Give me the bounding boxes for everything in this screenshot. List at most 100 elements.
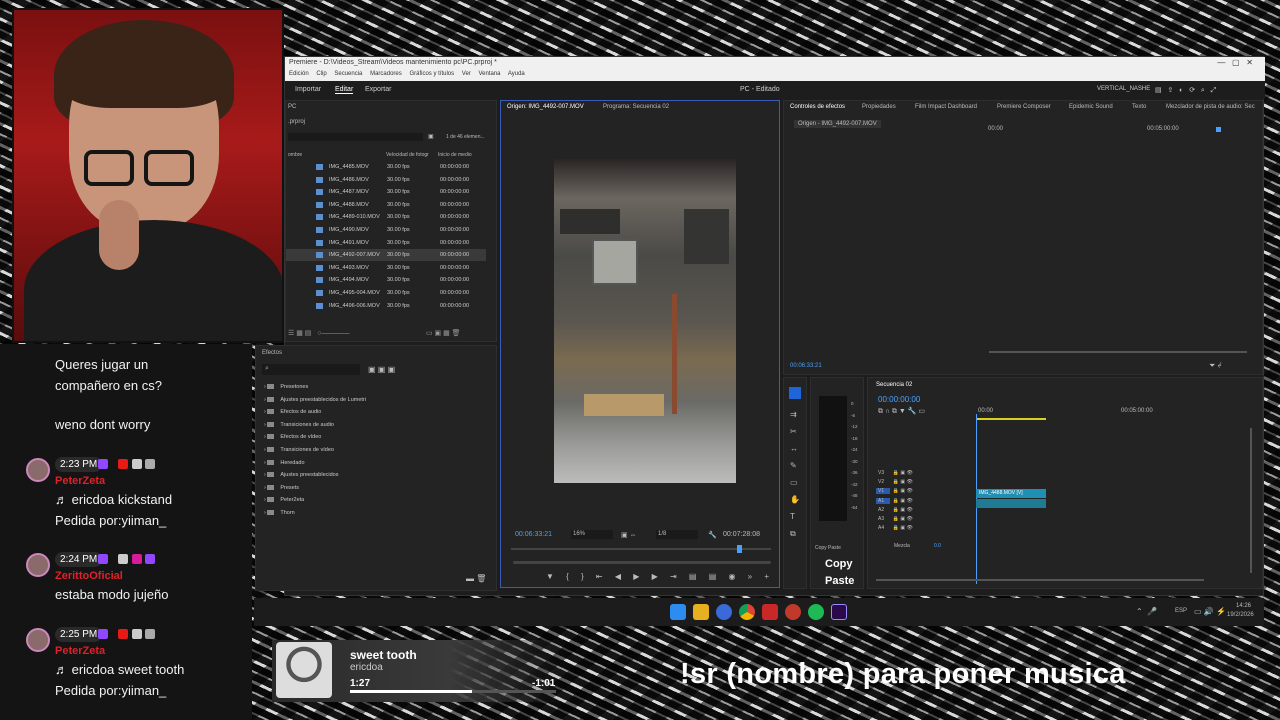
search-input[interactable] bbox=[288, 133, 423, 141]
track-header[interactable]: V1 🔒 ▣ 👁 bbox=[876, 488, 913, 495]
effects-search[interactable]: ⌕ bbox=[262, 364, 360, 375]
fx-playhead[interactable] bbox=[1216, 127, 1221, 132]
track-header[interactable]: A4 🔒 ▣ 👁 bbox=[876, 525, 913, 531]
filter-icon[interactable]: ⏷ ↲ bbox=[1209, 361, 1224, 371]
effects-folder[interactable]: › Ajustes preestablecidos de Lumetri bbox=[264, 397, 366, 403]
track-header[interactable]: A3 🔒 ▣ 👁 bbox=[876, 516, 913, 522]
track-header[interactable]: V2 🔒 ▣ 👁 bbox=[876, 479, 913, 485]
tab-epidemic-sound[interactable]: Epidemic Sound bbox=[1069, 104, 1113, 110]
paste-button[interactable]: Paste bbox=[825, 575, 854, 587]
program-tab[interactable]: Programa: Secuencia 02 bbox=[603, 104, 669, 110]
timeline-clip-video[interactable]: IMG_4488.MOV [V] bbox=[976, 489, 1046, 498]
copy-paste-tab[interactable]: Copy Paste bbox=[815, 545, 841, 551]
tab-import[interactable]: Importar bbox=[295, 86, 321, 93]
menu-item[interactable]: Secuencia bbox=[334, 71, 362, 77]
app-icon[interactable] bbox=[716, 604, 732, 620]
menu-item[interactable]: Edición bbox=[289, 71, 309, 77]
effects-icons[interactable]: ▣ ▣ ▣ bbox=[368, 365, 395, 374]
selection-tool-icon[interactable] bbox=[789, 387, 801, 399]
project-actions[interactable]: ▭ ▣ ▦ 🗑 bbox=[426, 329, 461, 337]
project-tab[interactable]: PC bbox=[288, 104, 296, 110]
effects-folder[interactable]: › Transiciones de vídeo bbox=[264, 447, 334, 453]
app-icon-record[interactable] bbox=[785, 604, 801, 620]
menu-item[interactable]: Ver bbox=[462, 71, 471, 77]
project-item[interactable]: IMG_4487.MOV 30.00 fps 00:00:00:00 bbox=[286, 186, 486, 198]
track-controls-icon[interactable]: 🔒 ▣ 👁 bbox=[893, 525, 913, 531]
menu-item[interactable]: Gráficos y títulos bbox=[409, 71, 454, 77]
col-fps[interactable]: Velocidad de fotogr bbox=[386, 152, 429, 158]
source-timecode[interactable]: 00:06:33:21 bbox=[515, 531, 552, 538]
timeline-scrollbar[interactable] bbox=[876, 579, 1204, 581]
project-item[interactable]: IMG_4494.MOV 30.00 fps 00:00:00:00 bbox=[286, 274, 486, 286]
track-controls-icon[interactable]: 🔒 ▣ 👁 bbox=[893, 516, 913, 522]
menu-item[interactable]: Ayuda bbox=[508, 71, 525, 77]
project-toolbar[interactable]: ☰ ▦ ▤ ○———— bbox=[288, 329, 349, 337]
timeline-clip-audio[interactable] bbox=[976, 499, 1046, 508]
project-item[interactable]: IMG_4491.MOV 30.00 fps 00:00:00:00 bbox=[286, 237, 486, 249]
project-item[interactable]: IMG_4496-006.MOV 30.00 fps 00:00:00:00 bbox=[286, 300, 486, 312]
premiere-icon[interactable] bbox=[831, 604, 847, 620]
clock-date[interactable]: 19/2/2026 bbox=[1227, 612, 1254, 618]
project-item[interactable]: IMG_4489-010.MOV 30.00 fps 00:00:00:00 bbox=[286, 211, 486, 223]
mix-value[interactable]: 0.0 bbox=[934, 543, 941, 549]
file-explorer-icon[interactable] bbox=[693, 604, 709, 620]
source-tab[interactable]: Origen: IMG_4492-007.MOV bbox=[507, 104, 584, 110]
effects-tab[interactable]: Efectos bbox=[262, 350, 282, 356]
zoom-select[interactable]: 16% bbox=[571, 530, 613, 539]
track-controls-icon[interactable]: 🔒 ▣ 👁 bbox=[893, 507, 913, 513]
fx-scrollbar[interactable] bbox=[989, 351, 1247, 353]
panel-icons[interactable]: ▤ ⇪ ◐ ⟳ ⌕ ⤢ bbox=[1155, 86, 1216, 95]
tab-premiere-composer[interactable]: Premiere Composer bbox=[997, 104, 1051, 110]
sequence-tab[interactable]: Secuencia 02 bbox=[876, 382, 912, 388]
menu-item[interactable]: Marcadores bbox=[370, 71, 402, 77]
col-name[interactable]: ombre bbox=[288, 152, 302, 158]
effects-folder[interactable]: › Peter2eta bbox=[264, 497, 304, 503]
effects-folder[interactable]: › Efectos de vídeo bbox=[264, 434, 321, 440]
tab-audio-mixer[interactable]: Mezclador de pista de audio: Sec bbox=[1166, 104, 1255, 110]
chrome-icon[interactable] bbox=[739, 604, 755, 620]
system-icons[interactable]: ▭ 🔊 ⚡ bbox=[1194, 607, 1226, 616]
effects-folder[interactable]: › Heredado bbox=[264, 460, 305, 466]
wrench-icon[interactable]: 🔧 bbox=[708, 531, 717, 539]
project-item[interactable]: IMG_4492-007.MOV 30.00 fps 00:00:00:00 bbox=[286, 249, 486, 262]
monitor-settings-icon[interactable]: ▣ ⇔ bbox=[621, 531, 637, 539]
start-icon[interactable] bbox=[670, 604, 686, 620]
tool-icons[interactable]: ⇉ ✂ ↔ ✎ ▭ ✋ T ⧉ bbox=[790, 406, 800, 542]
effects-folder[interactable]: › Thorn bbox=[264, 510, 295, 516]
track-header[interactable]: A2 🔒 ▣ 👁 bbox=[876, 507, 913, 513]
playhead[interactable] bbox=[737, 545, 742, 553]
folder-icon[interactable]: ▣ bbox=[428, 133, 434, 140]
tab-export[interactable]: Exportar bbox=[365, 86, 391, 93]
project-item[interactable]: IMG_4488.MOV 30.00 fps 00:00:00:00 bbox=[286, 199, 486, 211]
language-indicator[interactable]: ESP bbox=[1175, 608, 1187, 614]
menu-item[interactable]: Clip bbox=[316, 71, 326, 77]
project-item[interactable]: IMG_4495-004.MOV 30.00 fps 00:00:00:00 bbox=[286, 287, 486, 299]
tab-edit[interactable]: Editar bbox=[335, 86, 354, 94]
workspace-name[interactable]: VERTICAL_NASHE bbox=[1097, 86, 1150, 92]
effects-folder[interactable]: › Presets bbox=[264, 485, 299, 491]
spotify-icon[interactable] bbox=[808, 604, 824, 620]
timeline-tools[interactable]: ⧉ ∩ ⧉ ▼ 🔧 ▭ bbox=[878, 407, 925, 416]
project-item[interactable]: IMG_4490.MOV 30.00 fps 00:00:00:00 bbox=[286, 224, 486, 236]
project-item[interactable]: IMG_4485.MOV 30.00 fps 00:00:00:00 bbox=[286, 161, 486, 173]
project-item[interactable]: IMG_4486.MOV 30.00 fps 00:00:00:00 bbox=[286, 174, 486, 186]
tab-film-impact[interactable]: Film Impact Dashboard bbox=[915, 104, 977, 110]
effects-folder[interactable]: › Presetones bbox=[264, 384, 308, 390]
track-controls-icon[interactable]: 🔒 ▣ 👁 bbox=[893, 498, 913, 504]
effects-folder[interactable]: › Transiciones de audio bbox=[264, 422, 334, 428]
col-start[interactable]: Inicio de medio bbox=[438, 152, 472, 158]
tab-text[interactable]: Texto bbox=[1132, 104, 1146, 110]
menu-item[interactable]: Ventana bbox=[478, 71, 500, 77]
effects-folder-icon[interactable]: ▬ 🗑 bbox=[466, 574, 486, 583]
track-controls-icon[interactable]: 🔒 ▣ 👁 bbox=[893, 479, 913, 485]
effects-folder[interactable]: › Ajustes preestablecidos bbox=[264, 472, 338, 478]
tray-icons[interactable]: ⌃ 🎤 bbox=[1136, 607, 1157, 616]
source-scrubber[interactable] bbox=[511, 548, 771, 550]
transport-controls[interactable]: ▼ { } ⇤ ◀ ▶ ▶ ⇥ ▤ ▤ ◉ » + bbox=[546, 572, 774, 581]
track-controls-icon[interactable]: 🔒 ▣ 👁 bbox=[893, 470, 913, 476]
effect-clip-name[interactable]: Origen - IMG_4492-007.MOV bbox=[794, 120, 881, 128]
zoom-scrollbar[interactable] bbox=[513, 561, 771, 564]
effects-folder[interactable]: › Efectos de audio bbox=[264, 409, 321, 415]
app-icon-red[interactable] bbox=[762, 604, 778, 620]
track-controls-icon[interactable]: 🔒 ▣ 👁 bbox=[893, 488, 913, 494]
